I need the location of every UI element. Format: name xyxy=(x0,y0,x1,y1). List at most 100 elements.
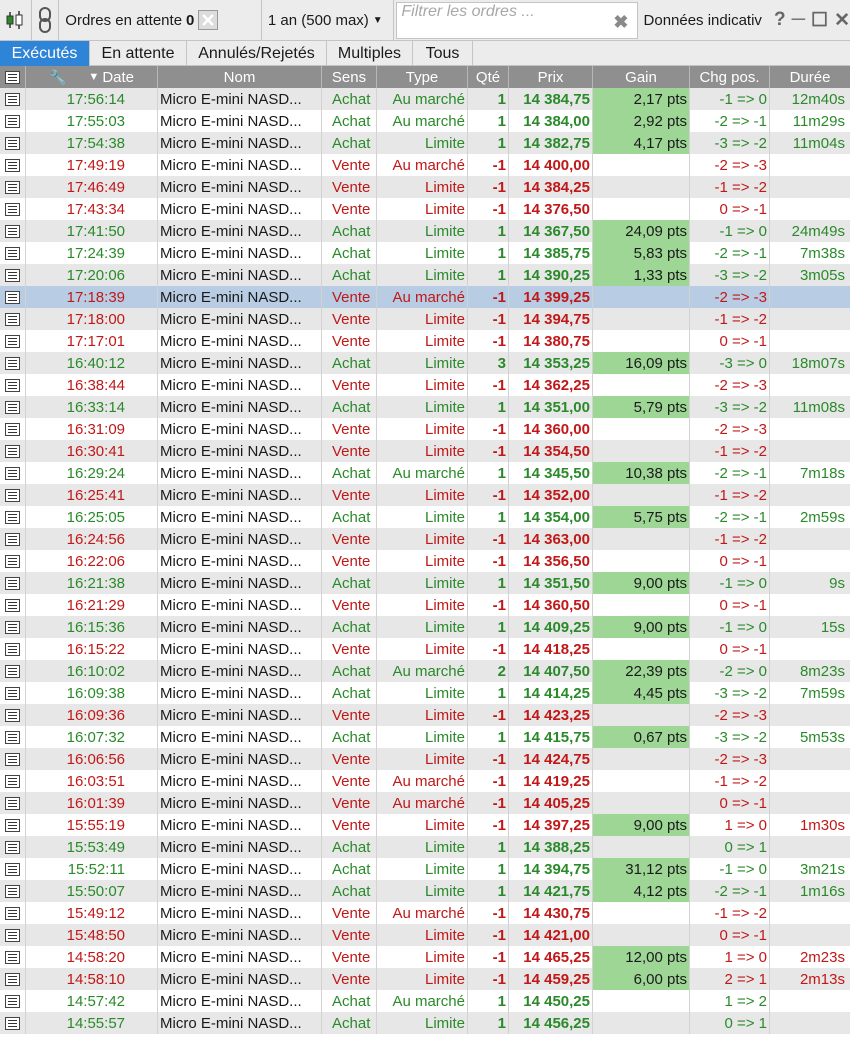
table-row[interactable]: 16:40:12 Micro E-mini NASD... Achat Limite 3… xyxy=(0,352,850,374)
order-details-icon[interactable] xyxy=(0,418,26,440)
order-details-icon[interactable] xyxy=(0,682,26,704)
column-header-nom[interactable]: Nom xyxy=(158,66,322,88)
table-row[interactable]: 17:18:00 Micro E-mini NASD... Vente Limite -… xyxy=(0,308,850,330)
order-details-icon[interactable] xyxy=(0,660,26,682)
order-details-icon[interactable] xyxy=(0,506,26,528)
order-details-icon[interactable] xyxy=(0,792,26,814)
table-row[interactable]: 16:21:38 Micro E-mini NASD... Achat Limite 1… xyxy=(0,572,850,594)
table-row[interactable]: 14:55:57 Micro E-mini NASD... Achat Limite 1… xyxy=(0,1012,850,1034)
table-row[interactable]: 17:54:38 Micro E-mini NASD... Achat Limite 1… xyxy=(0,132,850,154)
order-details-icon[interactable] xyxy=(0,880,26,902)
table-row[interactable]: 16:31:09 Micro E-mini NASD... Vente Limite -… xyxy=(0,418,850,440)
column-header-gain[interactable]: Gain xyxy=(593,66,690,88)
order-details-icon[interactable] xyxy=(0,374,26,396)
tab-multiples[interactable]: Multiples xyxy=(327,41,413,66)
column-header-date[interactable]: 🔧 ▼ Date xyxy=(26,66,158,88)
order-details-icon[interactable] xyxy=(0,242,26,264)
table-row[interactable]: 16:15:36 Micro E-mini NASD... Achat Limite 1… xyxy=(0,616,850,638)
order-details-icon[interactable] xyxy=(0,484,26,506)
order-details-icon[interactable] xyxy=(0,616,26,638)
table-row[interactable]: 17:20:06 Micro E-mini NASD... Achat Limite 1… xyxy=(0,264,850,286)
table-row[interactable]: 16:09:38 Micro E-mini NASD... Achat Limite 1… xyxy=(0,682,850,704)
table-row[interactable]: 16:10:02 Micro E-mini NASD... Achat Au marc… xyxy=(0,660,850,682)
table-row[interactable]: 16:09:36 Micro E-mini NASD... Vente Limite -… xyxy=(0,704,850,726)
column-header-prix[interactable]: Prix xyxy=(509,66,593,88)
minimize-icon[interactable]: ─ xyxy=(792,9,805,31)
order-details-icon[interactable] xyxy=(0,220,26,242)
order-details-icon[interactable] xyxy=(0,748,26,770)
order-details-icon[interactable] xyxy=(0,176,26,198)
order-details-icon[interactable] xyxy=(0,968,26,990)
table-row[interactable]: 15:48:50 Micro E-mini NASD... Vente Limite -… xyxy=(0,924,850,946)
order-details-icon[interactable] xyxy=(0,770,26,792)
filter-input[interactable] xyxy=(401,2,612,21)
order-details-icon[interactable] xyxy=(0,352,26,374)
table-row[interactable]: 16:25:41 Micro E-mini NASD... Vente Limite -… xyxy=(0,484,850,506)
table-row[interactable]: 15:53:49 Micro E-mini NASD... Achat Limite 1… xyxy=(0,836,850,858)
order-details-icon[interactable] xyxy=(0,902,26,924)
table-row[interactable]: 16:24:56 Micro E-mini NASD... Vente Limite -… xyxy=(0,528,850,550)
order-details-icon[interactable] xyxy=(0,396,26,418)
table-row[interactable]: 17:55:03 Micro E-mini NASD... Achat Au marc… xyxy=(0,110,850,132)
order-details-icon[interactable] xyxy=(0,704,26,726)
order-details-icon[interactable] xyxy=(0,924,26,946)
order-details-icon[interactable] xyxy=(0,440,26,462)
column-header-qte[interactable]: Qté xyxy=(468,66,509,88)
table-row[interactable]: 15:55:19 Micro E-mini NASD... Vente Limite -… xyxy=(0,814,850,836)
table-row[interactable]: 16:25:05 Micro E-mini NASD... Achat Limite 1… xyxy=(0,506,850,528)
order-details-icon[interactable] xyxy=(0,594,26,616)
order-details-icon[interactable] xyxy=(0,638,26,660)
table-row[interactable]: 17:24:39 Micro E-mini NASD... Achat Limite 1… xyxy=(0,242,850,264)
clear-icon[interactable] xyxy=(198,10,219,30)
order-details-icon[interactable] xyxy=(0,1012,26,1034)
maximize-icon[interactable]: ☐ xyxy=(811,9,828,32)
table-row[interactable]: 17:56:14 Micro E-mini NASD... Achat Au marc… xyxy=(0,88,850,110)
clear-filter-icon[interactable]: ✖ xyxy=(613,12,628,33)
table-row[interactable]: 17:49:19 Micro E-mini NASD... Vente Au marc… xyxy=(0,154,850,176)
order-details-icon[interactable] xyxy=(0,110,26,132)
table-row[interactable]: 16:01:39 Micro E-mini NASD... Vente Au marc… xyxy=(0,792,850,814)
order-details-icon[interactable] xyxy=(0,990,26,1012)
table-row[interactable]: 15:52:11 Micro E-mini NASD... Achat Limite 1… xyxy=(0,858,850,880)
order-details-icon[interactable] xyxy=(0,572,26,594)
table-row[interactable]: 17:41:50 Micro E-mini NASD... Achat Limite 1… xyxy=(0,220,850,242)
table-row[interactable]: 16:21:29 Micro E-mini NASD... Vente Limite -… xyxy=(0,594,850,616)
table-row[interactable]: 15:50:07 Micro E-mini NASD... Achat Limite 1… xyxy=(0,880,850,902)
table-row[interactable]: 16:38:44 Micro E-mini NASD... Vente Limite -… xyxy=(0,374,850,396)
table-row[interactable]: 17:18:39 Micro E-mini NASD... Vente Au marc… xyxy=(0,286,850,308)
column-header-type[interactable]: Type xyxy=(377,66,468,88)
order-details-icon[interactable] xyxy=(0,132,26,154)
tab-executes[interactable]: Exécutés xyxy=(0,41,90,66)
order-details-icon[interactable] xyxy=(0,814,26,836)
table-row[interactable]: 16:07:32 Micro E-mini NASD... Achat Limite 1… xyxy=(0,726,850,748)
order-details-icon[interactable] xyxy=(0,528,26,550)
order-details-icon[interactable] xyxy=(0,550,26,572)
table-row[interactable]: 17:46:49 Micro E-mini NASD... Vente Limite -… xyxy=(0,176,850,198)
pending-orders-indicator[interactable]: Ordres en attente 0 xyxy=(59,0,262,41)
column-header-sens[interactable]: Sens xyxy=(322,66,377,88)
table-row[interactable]: 16:22:06 Micro E-mini NASD... Vente Limite -… xyxy=(0,550,850,572)
tab-annules-rejetes[interactable]: Annulés/Rejetés xyxy=(187,41,327,66)
order-details-icon[interactable] xyxy=(0,88,26,110)
table-row[interactable]: 16:29:24 Micro E-mini NASD... Achat Au marc… xyxy=(0,462,850,484)
tab-tous[interactable]: Tous xyxy=(413,41,473,66)
table-row[interactable]: 16:33:14 Micro E-mini NASD... Achat Limite 1… xyxy=(0,396,850,418)
table-row[interactable]: 14:57:42 Micro E-mini NASD... Achat Au marc… xyxy=(0,990,850,1012)
column-header-chg-pos[interactable]: Chg pos. xyxy=(690,66,770,88)
details-column-header[interactable] xyxy=(0,66,26,88)
order-details-icon[interactable] xyxy=(0,308,26,330)
period-select[interactable]: 1 an (500 max) ▼ xyxy=(262,0,395,41)
table-row[interactable]: 16:30:41 Micro E-mini NASD... Vente Limite -… xyxy=(0,440,850,462)
order-details-icon[interactable] xyxy=(0,726,26,748)
order-details-icon[interactable] xyxy=(0,330,26,352)
order-details-icon[interactable] xyxy=(0,946,26,968)
order-details-icon[interactable] xyxy=(0,264,26,286)
tab-en-attente[interactable]: En attente xyxy=(90,41,187,66)
order-details-icon[interactable] xyxy=(0,836,26,858)
order-details-icon[interactable] xyxy=(0,286,26,308)
wrench-icon[interactable]: 🔧 xyxy=(49,69,66,86)
order-details-icon[interactable] xyxy=(0,154,26,176)
table-row[interactable]: 16:03:51 Micro E-mini NASD... Vente Au marc… xyxy=(0,770,850,792)
close-icon[interactable]: ✕ xyxy=(834,9,850,32)
link-icon[interactable] xyxy=(32,0,60,41)
